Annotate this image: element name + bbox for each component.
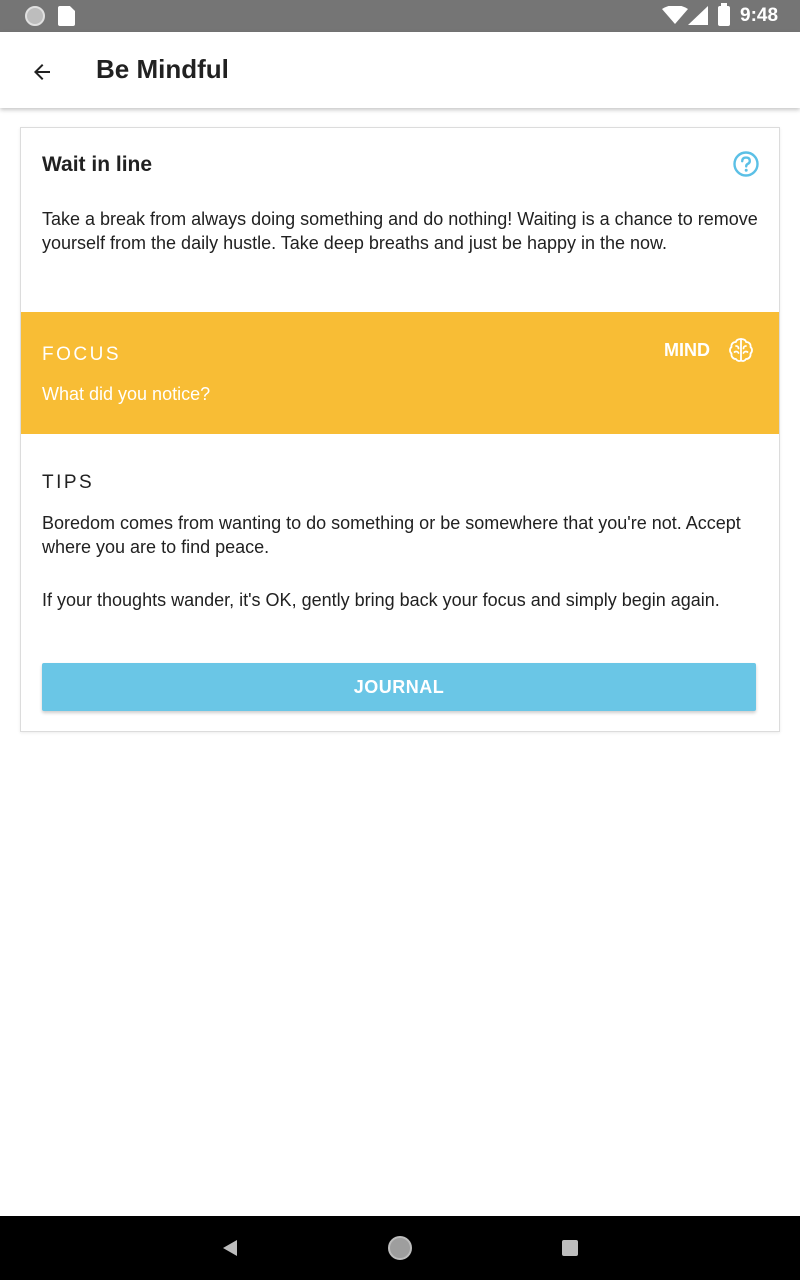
activity-card: Wait in line Take a break from always do…: [20, 127, 780, 732]
status-bar: 9:48: [0, 0, 800, 32]
back-button[interactable]: [20, 50, 64, 94]
journal-button[interactable]: JOURNAL: [42, 663, 756, 711]
page-title: Be Mindful: [96, 54, 229, 84]
tip-item: If your thoughts wander, it's OK, gently…: [42, 590, 720, 610]
card-title: Wait in line: [42, 153, 153, 176]
notification-dot-icon: [25, 6, 45, 26]
status-time: 9:48: [740, 5, 779, 26]
focus-question: What did you notice?: [42, 384, 211, 404]
battery-icon: [718, 3, 730, 26]
card-description: Take a break from always doing something…: [42, 209, 758, 253]
nav-home-icon[interactable]: [388, 1236, 412, 1260]
system-nav-bar: [0, 1216, 800, 1280]
sd-card-icon: [58, 6, 75, 26]
brain-icon: [729, 338, 753, 362]
focus-label: FOCUS: [42, 344, 121, 365]
signal-icon: [688, 6, 708, 25]
tip-item: Boredom comes from wanting to do somethi…: [42, 513, 741, 557]
arrow-back-icon: [34, 64, 50, 80]
help-circle-icon[interactable]: [732, 150, 760, 178]
focus-category: MIND: [664, 340, 710, 360]
focus-section: FOCUS What did you notice? MIND: [21, 312, 779, 434]
app-bar: Be Mindful: [0, 32, 800, 108]
wifi-icon: [662, 6, 688, 24]
nav-recents-icon[interactable]: [562, 1240, 578, 1256]
tips-label: TIPS: [42, 472, 95, 493]
nav-back-icon[interactable]: [220, 1238, 240, 1258]
